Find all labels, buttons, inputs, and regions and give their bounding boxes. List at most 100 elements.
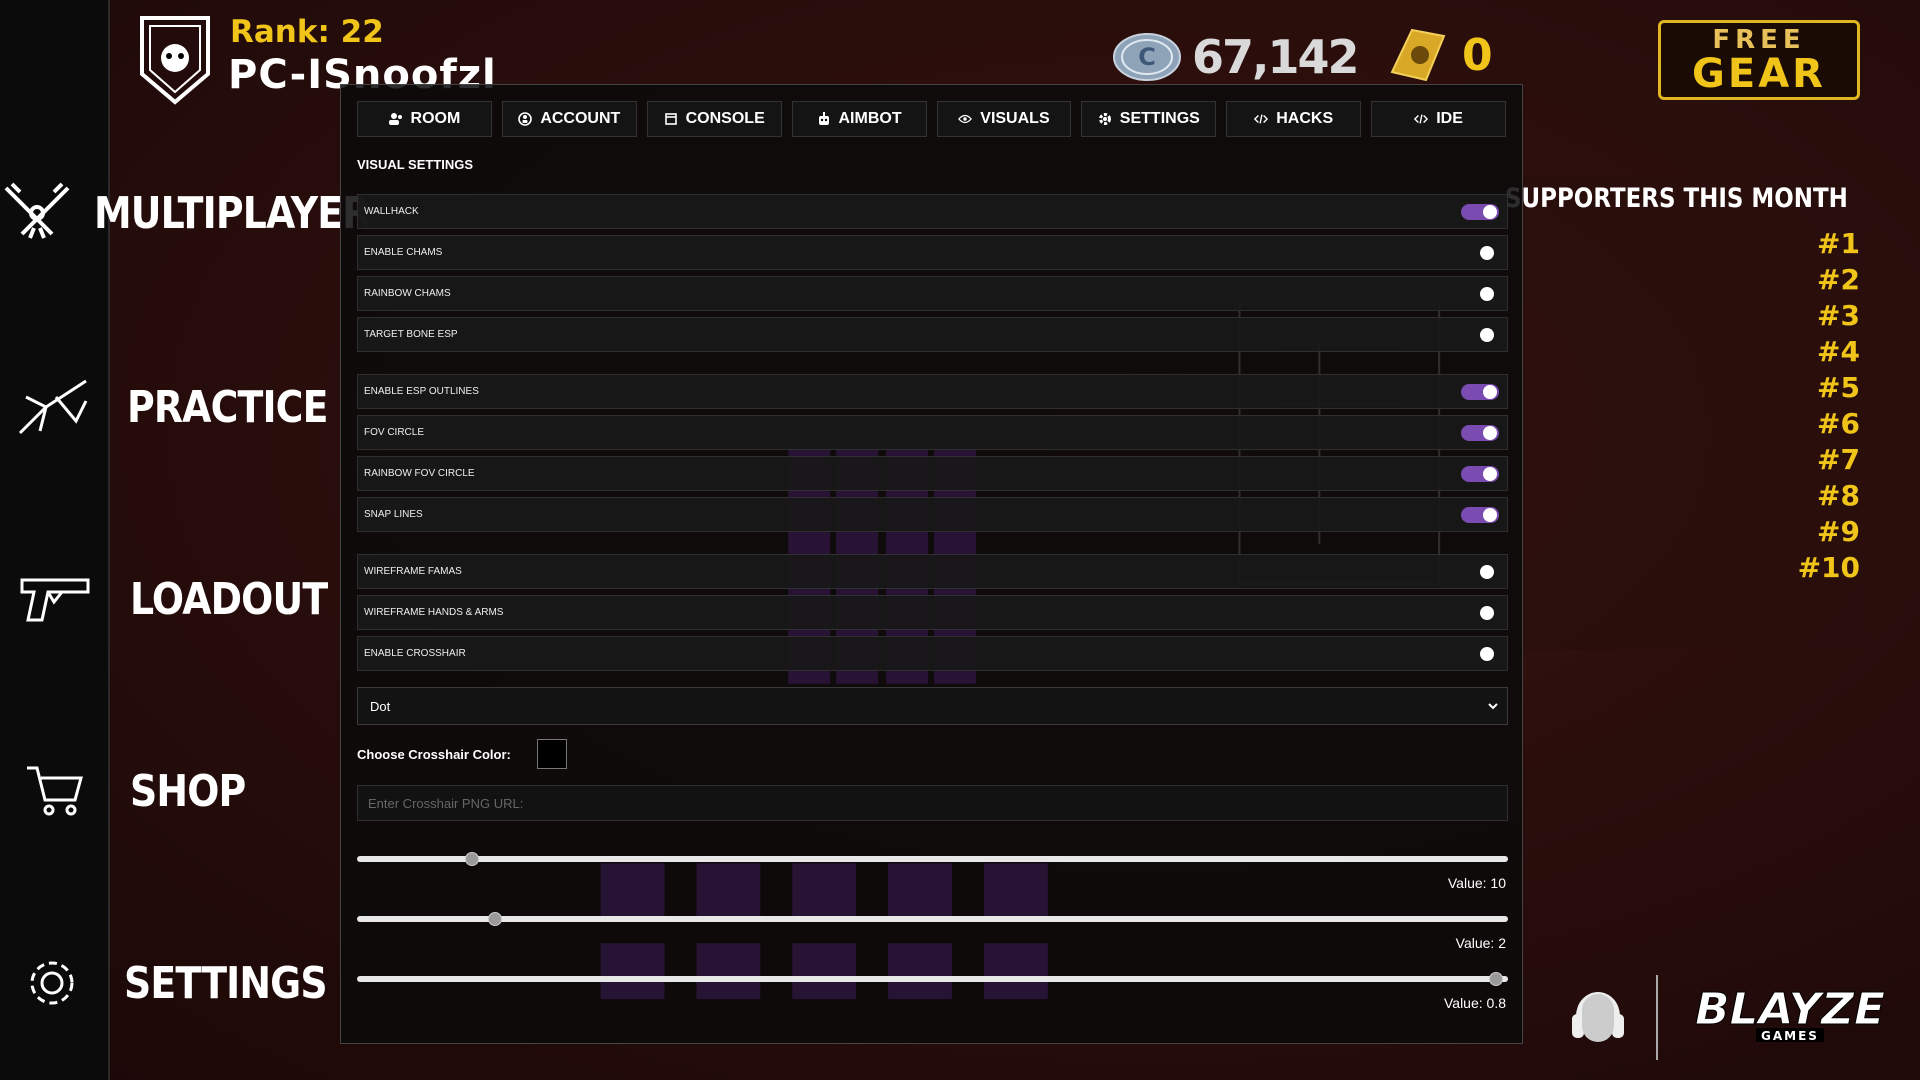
blayze-games-logo: BLAYZE GAMES — [1690, 982, 1890, 1046]
nav-item-practice[interactable]: PRACTICE — [0, 362, 360, 452]
nav-item-shop[interactable]: SHOP — [0, 746, 360, 836]
code-icon — [1414, 112, 1429, 126]
wallhack-toggle[interactable] — [1461, 204, 1499, 220]
tab-label: SETTINGS — [1119, 110, 1200, 127]
supporter-rank-list: #1 #2 #3 #4 #5 #6 #7 #8 #9 #10 — [1798, 226, 1860, 586]
tab-room[interactable]: ROOM — [357, 101, 492, 137]
tab-label: HACKS — [1276, 110, 1334, 127]
wireframe-famas-toggle[interactable] — [1461, 564, 1499, 580]
enable-chams-toggle[interactable] — [1461, 245, 1499, 261]
setting-label: SNAP LINES — [364, 509, 423, 520]
nav-item-label: LOADOUT — [130, 573, 328, 625]
setting-row-snap-lines: SNAP LINES — [357, 497, 1508, 532]
setting-row-target-bone-esp: TARGET BONE ESP — [357, 317, 1508, 352]
svg-text:BLAYZE: BLAYZE — [1695, 984, 1885, 1035]
tab-label: ACCOUNT — [540, 110, 621, 127]
headset-icon[interactable] — [1568, 980, 1628, 1054]
tab-label: AIMBOT — [838, 110, 902, 127]
nav-item-loadout[interactable]: LOADOUT — [0, 554, 360, 644]
setting-row-rainbow-chams: RAINBOW CHAMS — [357, 276, 1508, 311]
crossed-guns-icon — [0, 180, 74, 246]
toggle-knob — [1480, 287, 1494, 301]
target-icon — [0, 377, 107, 437]
crosshair-png-url-input[interactable] — [357, 785, 1508, 821]
tab-aimbot[interactable]: AIMBOT — [791, 101, 927, 137]
supporter-rank: #3 — [1817, 299, 1860, 332]
toggle-knob — [1480, 246, 1494, 260]
wireframe-hands-arms-toggle[interactable] — [1461, 605, 1499, 621]
supporter-rank: #8 — [1817, 479, 1860, 512]
tab-bar: ROOM ACCOUNT CONSOLE AIMBOT VISUALS SETT… — [357, 101, 1506, 137]
console-icon — [664, 112, 678, 126]
supporter-rank: #4 — [1817, 335, 1860, 368]
section-title: VISUAL SETTINGS — [357, 157, 474, 172]
setting-label: TARGET BONE ESP — [364, 329, 458, 340]
free-gear-button[interactable]: FREE GEAR — [1658, 20, 1860, 100]
crosshair-style-select[interactable]: Dot — [357, 687, 1508, 725]
pistol-icon — [0, 574, 110, 624]
toggle-knob — [1480, 328, 1494, 342]
coin-amount: 67,142 — [1192, 30, 1360, 84]
setting-row-enable-esp-outlines: ENABLE ESP OUTLINES — [357, 374, 1508, 409]
supporter-rank: #6 — [1817, 407, 1860, 440]
supporter-rank: #5 — [1817, 371, 1860, 404]
target-bone-esp-toggle[interactable] — [1461, 327, 1499, 343]
tab-label: CONSOLE — [685, 110, 765, 127]
setting-row-wireframe-hands-arms: WIREFRAME HANDS & ARMS — [357, 595, 1508, 630]
tab-console[interactable]: CONSOLE — [646, 101, 782, 137]
users-icon — [388, 112, 403, 126]
slider-thumb[interactable] — [488, 912, 503, 926]
nav-item-label: MULTIPLAYER — [94, 187, 371, 239]
slider-1-value: Value: 10 — [1447, 875, 1506, 891]
gold-bar-icon — [1382, 22, 1450, 86]
tab-ide[interactable]: IDE — [1371, 101, 1506, 137]
tab-account[interactable]: ACCOUNT — [501, 101, 637, 137]
setting-label: RAINBOW CHAMS — [364, 288, 451, 299]
snap-lines-toggle[interactable] — [1461, 507, 1499, 523]
slider-2[interactable] — [357, 912, 1508, 926]
nav-item-label: SETTINGS — [124, 957, 328, 1009]
toggle-knob — [1480, 606, 1494, 620]
toggle-knob — [1483, 426, 1497, 440]
coin-icon: C — [1112, 32, 1182, 82]
nav-item-multiplayer[interactable]: MULTIPLAYER — [0, 168, 371, 258]
nav-item-label: SHOP — [130, 765, 246, 817]
code-icon — [1254, 112, 1269, 126]
toggle-knob — [1480, 647, 1494, 661]
fov-circle-toggle[interactable] — [1461, 425, 1499, 441]
gold-amount: 0 — [1462, 30, 1493, 81]
svg-text:C: C — [1138, 43, 1156, 71]
tab-label: VISUALS — [980, 110, 1050, 127]
crosshair-color-picker[interactable] — [537, 739, 567, 769]
slider-3[interactable] — [357, 972, 1508, 986]
setting-label: WALLHACK — [364, 206, 419, 217]
enable-esp-outlines-toggle[interactable] — [1461, 384, 1499, 400]
chevron-down-icon — [1487, 700, 1499, 715]
rainbow-chams-toggle[interactable] — [1461, 286, 1499, 302]
slider-2-value: Value: 2 — [1455, 935, 1506, 951]
supporter-rank: #1 — [1817, 227, 1860, 260]
supporters-title: SUPPORTERS THIS MONTH — [1505, 183, 1848, 214]
setting-row-fov-circle: FOV CIRCLE — [357, 415, 1508, 450]
enable-crosshair-toggle[interactable] — [1461, 646, 1499, 662]
rank-emblem-icon — [138, 14, 212, 106]
tab-label: IDE — [1436, 110, 1463, 127]
free-gear-label-top: FREE — [1712, 25, 1806, 55]
rainbow-fov-circle-toggle[interactable] — [1461, 466, 1499, 482]
setting-label: FOV CIRCLE — [364, 427, 425, 438]
nav-item-settings[interactable]: SETTINGS — [0, 938, 360, 1028]
slider-thumb[interactable] — [465, 852, 480, 866]
tab-visuals[interactable]: VISUALS — [936, 101, 1072, 137]
slider-1[interactable] — [357, 852, 1508, 866]
supporter-rank: #10 — [1797, 551, 1860, 584]
select-value: Dot — [370, 698, 391, 714]
free-gear-label-bottom: GEAR — [1692, 51, 1826, 97]
tab-hacks[interactable]: HACKS — [1226, 101, 1362, 137]
slider-thumb[interactable] — [1489, 972, 1504, 986]
tab-settings[interactable]: SETTINGS — [1081, 101, 1217, 137]
slider-3-value: Value: 0.8 — [1443, 995, 1506, 1011]
setting-label: ENABLE CHAMS — [364, 247, 443, 258]
toggle-knob — [1483, 508, 1497, 522]
setting-row-enable-crosshair: ENABLE CROSSHAIR — [357, 636, 1508, 671]
crosshair-color-label: Choose Crosshair Color: — [357, 747, 511, 762]
